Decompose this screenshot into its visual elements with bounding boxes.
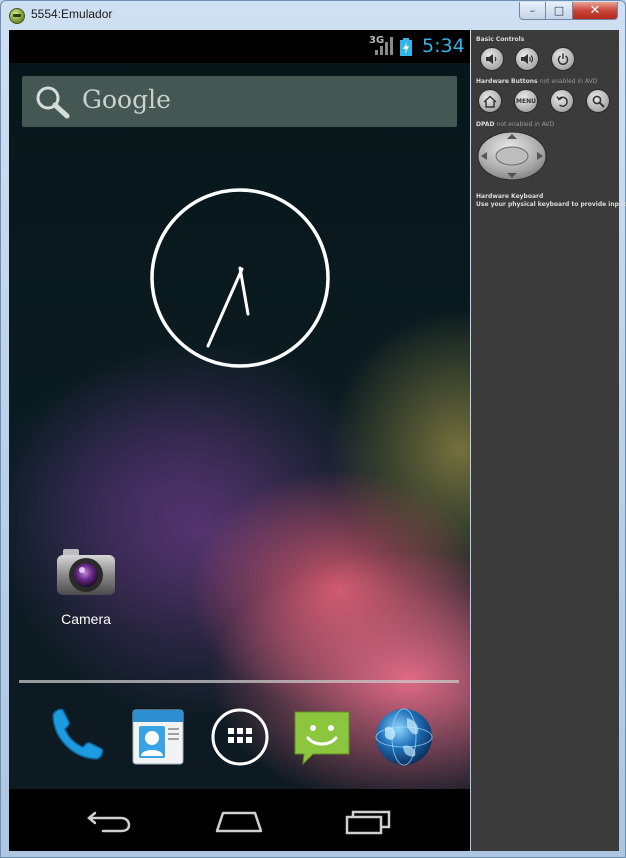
hardware-buttons-title: Hardware Buttons not enabled in AVD <box>476 78 597 85</box>
title-bar[interactable]: 5554:Emulador – □ ✕ <box>1 1 625 29</box>
close-button[interactable]: ✕ <box>573 2 618 20</box>
power-icon <box>557 53 569 65</box>
power-button[interactable] <box>551 47 575 71</box>
dock-contacts[interactable] <box>127 706 189 768</box>
camera-app-label: Camera <box>61 611 111 627</box>
hour-hand <box>238 266 250 316</box>
analog-clock-widget[interactable] <box>149 187 331 369</box>
status-time: 5:34 <box>422 35 465 57</box>
app-drawer-icon <box>211 708 269 766</box>
search-icon <box>592 95 605 108</box>
hw-home-button[interactable] <box>478 89 502 113</box>
hardware-buttons-label: Hardware Buttons <box>476 78 538 85</box>
navigation-bar <box>9 789 470 851</box>
speaker-high-icon <box>521 54 534 64</box>
home-icon <box>483 95 497 108</box>
google-search-bar[interactable]: Google <box>22 76 457 127</box>
recent-apps-icon[interactable] <box>339 805 399 837</box>
minute-hand <box>206 267 244 348</box>
phone-icon <box>52 708 104 760</box>
hardware-keyboard-title: Hardware Keyboard <box>476 193 544 200</box>
globe-icon <box>375 708 433 766</box>
dpad-title: DPAD not enabled in AVD <box>476 121 554 128</box>
signal-icon <box>375 37 393 55</box>
hardware-keyboard-info: Hardware Keyboard Use your physical keyb… <box>476 193 626 209</box>
minimize-button[interactable]: – <box>519 2 546 20</box>
hw-search-button[interactable] <box>586 89 610 113</box>
hw-back-button[interactable] <box>550 89 574 113</box>
dpad-label: DPAD <box>476 121 495 128</box>
camera-app[interactable]: Camera <box>49 545 123 627</box>
window-title: 5554:Emulador <box>31 7 113 21</box>
android-icon <box>9 8 25 24</box>
emulator-window: 5554:Emulador – □ ✕ 3G 5:34 Google Camer… <box>0 0 626 858</box>
home-icon[interactable] <box>209 805 269 837</box>
maximize-button[interactable]: □ <box>546 2 573 20</box>
wallpaper <box>9 30 470 789</box>
dock-messaging[interactable] <box>291 706 353 768</box>
emulator-screen[interactable]: 3G 5:34 Google Camera <box>9 30 470 851</box>
hw-menu-button[interactable]: MENU <box>514 89 538 113</box>
speaker-low-icon <box>486 54 497 64</box>
messaging-icon <box>294 711 350 766</box>
dpad-control[interactable] <box>477 131 547 181</box>
dpad-note: not enabled in AVD <box>496 121 555 128</box>
dock-browser[interactable] <box>373 706 435 768</box>
volume-up-button[interactable] <box>515 47 539 71</box>
dock-app-drawer[interactable] <box>209 706 271 768</box>
hardware-keyboard-note: Use your physical keyboard to provide in… <box>476 201 626 208</box>
basic-controls-title: Basic Controls <box>476 36 525 43</box>
search-icon <box>36 86 70 119</box>
contacts-icon <box>132 709 184 765</box>
status-bar: 3G 5:34 <box>9 30 470 63</box>
dock-phone[interactable] <box>45 706 107 768</box>
back-icon[interactable] <box>81 805 141 837</box>
volume-down-button[interactable] <box>480 47 504 71</box>
search-label: Google <box>82 85 171 114</box>
dock-divider <box>19 680 459 683</box>
controls-panel: Basic Controls Hardware Buttons not enab… <box>471 30 626 851</box>
window-controls: – □ ✕ <box>519 2 618 20</box>
battery-charging-icon <box>400 38 412 56</box>
camera-icon <box>57 549 115 595</box>
back-icon <box>555 95 568 107</box>
hardware-buttons-note: not enabled in AVD <box>539 78 598 85</box>
